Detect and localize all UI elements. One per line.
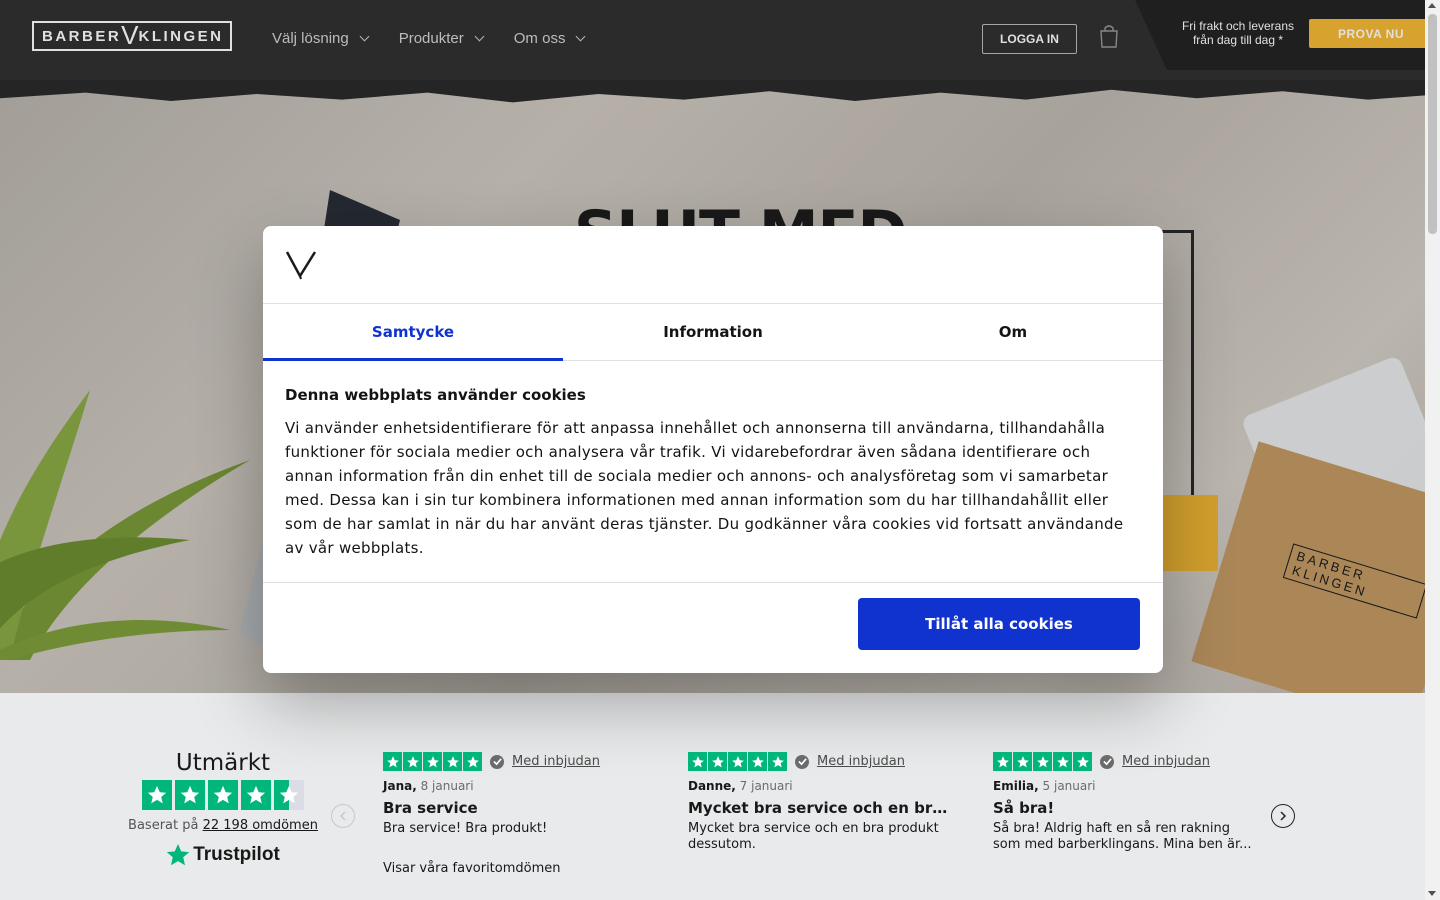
star-icon [1073, 752, 1092, 771]
tab-samtycke[interactable]: Samtycke [263, 304, 563, 361]
review-card[interactable]: Med inbjudan Danne, 7 januari Mycket bra… [688, 752, 950, 853]
review-text: Mycket bra service och en bra produkt de… [688, 821, 939, 852]
review-author: Emilia, 5 januari [993, 779, 1255, 793]
review-date: 7 januari [739, 779, 793, 793]
review-author: Danne, 7 januari [688, 779, 950, 793]
rating-stars [120, 780, 326, 810]
carousel-prev-button[interactable] [331, 804, 355, 828]
star-icon [708, 752, 727, 771]
star-icon [423, 752, 442, 771]
trustpilot-brand-label: Trustpilot [193, 844, 280, 865]
consent-body-text: Vi använder enhetsidentifierare för att … [285, 419, 1124, 557]
review-text: Så bra! Aldrig haft en så ren rakning so… [993, 821, 1252, 852]
star-icon [403, 752, 422, 771]
star-icon [768, 752, 787, 771]
trustpilot-star-icon [167, 844, 190, 866]
review-title: Bra service [383, 799, 478, 817]
verified-check-icon [1100, 754, 1114, 769]
star-icon [1053, 752, 1072, 771]
star-icon [142, 780, 172, 810]
consent-tabs: Samtycke Information Om [263, 304, 1163, 361]
verified-check-icon [795, 754, 809, 769]
author-name: Jana, [383, 779, 417, 793]
star-icon [728, 752, 747, 771]
invite-link[interactable]: Med inbjudan [817, 754, 905, 769]
page-scrollbar[interactable] [1425, 0, 1440, 900]
review-card[interactable]: Med inbjudan Jana, 8 januari Bra service… [383, 752, 645, 876]
review-header: Med inbjudan [993, 752, 1255, 771]
star-icon [443, 752, 462, 771]
rating-word: Utmärkt [175, 750, 271, 776]
star-icon [688, 752, 707, 771]
trustpilot-summary: Utmärkt Baserat på 22 198 omdömen Trustp… [120, 750, 326, 867]
review-date: 5 januari [1042, 779, 1096, 793]
review-stars [383, 752, 482, 771]
review-date: 8 januari [420, 779, 474, 793]
review-count-link[interactable]: 22 198 omdömen [203, 818, 318, 833]
review-header: Med inbjudan [383, 752, 645, 771]
review-header: Med inbjudan [688, 752, 950, 771]
scroll-up-arrow-icon[interactable] [1428, 3, 1436, 8]
review-title: Så bra! [993, 799, 1055, 817]
star-icon [1033, 752, 1052, 771]
based-on-label: Baserat på [128, 818, 199, 833]
star-icon [748, 752, 767, 771]
star-icon [1013, 752, 1032, 771]
carousel-next-button[interactable] [1271, 804, 1295, 828]
review-title: Mycket bra service och en bra ... [688, 799, 950, 817]
invite-link[interactable]: Med inbjudan [512, 754, 600, 769]
review-text: Bra service! Bra produkt! [383, 821, 548, 836]
scroll-thumb[interactable] [1428, 14, 1437, 234]
author-name: Emilia, [993, 779, 1039, 793]
scroll-down-arrow-icon[interactable] [1428, 891, 1436, 896]
favorites-note: Visar våra favoritomdömen [383, 861, 561, 876]
review-stars [688, 752, 787, 771]
verified-check-icon [490, 754, 504, 769]
star-icon [208, 780, 238, 810]
star-icon [383, 752, 402, 771]
chevron-right-icon [1280, 811, 1287, 821]
brand-v-logo-icon [285, 251, 317, 280]
cookie-consent-dialog: Samtycke Information Om Denna webbplats … [263, 226, 1163, 673]
allow-all-cookies-button[interactable]: Tillåt alla cookies [858, 598, 1140, 650]
tab-information[interactable]: Information [563, 304, 863, 360]
trustpilot-logo[interactable]: Trustpilot [120, 843, 326, 867]
divider [263, 582, 1163, 583]
author-name: Danne, [688, 779, 736, 793]
star-icon [241, 780, 271, 810]
star-icon [463, 752, 482, 771]
star-icon [993, 752, 1012, 771]
half-star-icon [274, 780, 304, 810]
tab-om[interactable]: Om [863, 304, 1163, 360]
star-icon [175, 780, 205, 810]
review-stars [993, 752, 1092, 771]
chevron-left-icon [339, 811, 346, 821]
review-count: Baserat på 22 198 omdömen [120, 818, 326, 833]
review-card[interactable]: Med inbjudan Emilia, 5 januari Så bra! S… [993, 752, 1255, 853]
invite-link[interactable]: Med inbjudan [1122, 754, 1210, 769]
consent-heading: Denna webbplats använder cookies [285, 386, 586, 404]
review-author: Jana, 8 januari [383, 779, 645, 793]
